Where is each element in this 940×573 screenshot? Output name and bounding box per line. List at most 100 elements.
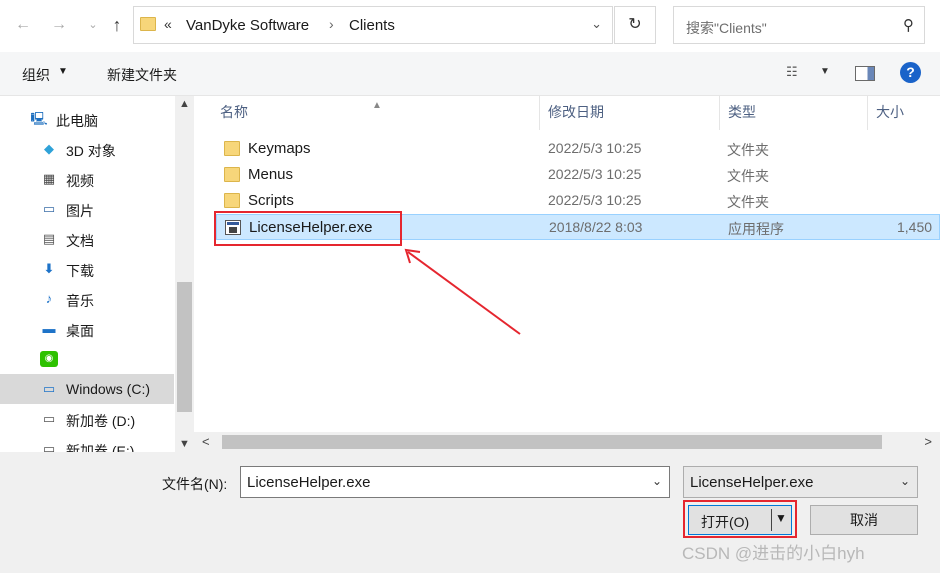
music-icon: ♪: [45, 291, 53, 306]
address-dropdown-icon[interactable]: ⌄: [591, 16, 602, 32]
organize-caret-icon[interactable]: ▼: [58, 66, 68, 77]
cancel-button[interactable]: 取消: [810, 505, 918, 535]
file-row-scripts[interactable]: Scripts 2022/5/3 10:25 文件夹: [216, 188, 940, 214]
filename-dropdown-icon[interactable]: ⌄: [652, 474, 662, 488]
sidebar-scrollbar[interactable]: ▲ ▼: [175, 96, 194, 452]
sidebar-item-documents[interactable]: ▤ 文档: [0, 224, 174, 254]
sidebar-item-3d-objects[interactable]: ◆ 3D 对象: [0, 134, 174, 164]
file-type: 应用程序: [728, 221, 784, 237]
file-row-licensehelper[interactable]: LicenseHelper.exe 2018/8/22 8:03 应用程序 1,…: [216, 214, 940, 240]
column-header-label: 大小: [876, 104, 904, 120]
split-divider: [771, 509, 772, 531]
file-name: Menus: [248, 166, 294, 183]
filename-value: LicenseHelper.exe: [247, 474, 371, 491]
sidebar-item-label: 3D 对象: [66, 143, 116, 159]
horizontal-scroll-thumb[interactable]: [222, 435, 882, 449]
open-options-caret-icon[interactable]: ▼: [775, 511, 787, 525]
file-name: LicenseHelper.exe: [249, 219, 373, 236]
file-date: 2022/5/3 10:25: [548, 166, 642, 182]
search-input[interactable]: 搜索"Clients" ⚲: [673, 6, 925, 44]
column-header-label: 名称: [220, 104, 248, 120]
scroll-down-icon[interactable]: ▼: [179, 438, 190, 450]
search-placeholder: 搜索"Clients": [686, 20, 767, 36]
new-folder-button[interactable]: 新建文件夹: [107, 65, 177, 85]
navigation-pane: 🖳 此电脑 ◆ 3D 对象 ▦ 视频 ▭ 图片 ▤ 文档 ⬇ 下载 ♪ 音乐 ▬…: [0, 96, 194, 452]
open-button-label: 打开(O): [701, 514, 750, 530]
sidebar-item-label: 图片: [66, 203, 94, 219]
desktop-icon: ▬: [42, 321, 56, 336]
view-options-icon[interactable]: ☷: [786, 64, 808, 82]
sidebar-item-label: 新加卷 (D:): [66, 413, 136, 429]
horizontal-scrollbar[interactable]: < >: [194, 432, 940, 452]
filename-label: 文件名(N):: [162, 476, 228, 492]
folder-icon: [140, 17, 156, 31]
sidebar-item-wechat[interactable]: ◉: [0, 344, 174, 374]
scroll-up-icon[interactable]: ▲: [179, 98, 190, 110]
preview-pane-icon[interactable]: [855, 66, 875, 81]
organize-button[interactable]: 组织: [22, 65, 50, 85]
scroll-right-icon[interactable]: >: [924, 434, 932, 449]
back-arrow-icon[interactable]: ←: [12, 14, 34, 36]
sidebar-item-drive-d[interactable]: ▭ 新加卷 (D:): [0, 404, 174, 434]
sidebar-item-videos[interactable]: ▦ 视频: [0, 164, 174, 194]
column-header-date[interactable]: 修改日期: [540, 96, 720, 130]
file-size: 1,450: [897, 219, 933, 235]
column-header-label: 类型: [728, 104, 756, 120]
drive-icon: ▭: [42, 441, 56, 452]
sidebar-item-drive-e[interactable]: ▭ 新加卷 (E:): [0, 434, 174, 452]
view-caret-icon[interactable]: ▼: [820, 66, 830, 77]
up-arrow-icon[interactable]: ↑: [106, 14, 128, 36]
sidebar-item-label: Windows (C:): [66, 381, 151, 397]
folder-icon: [224, 141, 240, 156]
picture-icon: ▭: [42, 201, 56, 216]
folder-icon: [224, 193, 240, 208]
sidebar-item-label: 视频: [66, 173, 94, 189]
file-date: 2018/8/22 8:03: [549, 219, 643, 235]
filetype-select[interactable]: LicenseHelper.exe ⌄: [683, 466, 918, 498]
sidebar-item-downloads[interactable]: ⬇ 下载: [0, 254, 174, 284]
document-icon: ▤: [42, 231, 56, 246]
scroll-left-icon[interactable]: <: [202, 434, 210, 449]
film-icon: ▦: [42, 171, 56, 186]
filetype-value: LicenseHelper.exe: [690, 474, 814, 491]
cube-icon: ◆: [44, 141, 54, 156]
application-icon: [225, 220, 241, 235]
refresh-button[interactable]: ↻: [614, 6, 656, 44]
column-header-size[interactable]: 大小: [868, 96, 940, 130]
sidebar-item-music[interactable]: ♪ 音乐: [0, 284, 174, 314]
help-icon[interactable]: ?: [900, 62, 921, 83]
file-type: 文件夹: [727, 194, 769, 210]
sidebar-item-desktop[interactable]: ▬ 桌面: [0, 314, 174, 344]
sort-ascending-icon: ▲: [372, 100, 382, 111]
search-icon: ⚲: [903, 17, 914, 34]
file-type: 文件夹: [727, 168, 769, 184]
column-header-type[interactable]: 类型: [720, 96, 868, 130]
sidebar-item-pictures[interactable]: ▭ 图片: [0, 194, 174, 224]
address-bar[interactable]: « VanDyke Software › Clients ⌄: [133, 6, 613, 44]
sidebar-item-this-pc[interactable]: 🖳 此电脑: [0, 104, 174, 134]
filename-input[interactable]: LicenseHelper.exe ⌄: [240, 466, 670, 498]
filetype-dropdown-icon[interactable]: ⌄: [900, 474, 910, 488]
file-type: 文件夹: [727, 142, 769, 158]
sidebar-item-label: 桌面: [66, 323, 94, 339]
open-button[interactable]: 打开(O) ▼: [688, 505, 792, 535]
sidebar-item-label: 音乐: [66, 293, 94, 309]
watermark: CSDN @进击的小白hyh: [682, 544, 865, 563]
sidebar-scroll-thumb[interactable]: [177, 282, 192, 412]
breadcrumb-overflow-icon[interactable]: «: [164, 16, 172, 32]
column-header-name[interactable]: ▲ 名称: [194, 96, 540, 130]
breadcrumb-clients[interactable]: Clients: [349, 17, 395, 34]
breadcrumb-separator-icon[interactable]: ›: [329, 16, 334, 32]
sidebar-item-label: 文档: [66, 233, 94, 249]
file-row-keymaps[interactable]: Keymaps 2022/5/3 10:25 文件夹: [216, 136, 940, 162]
file-row-menus[interactable]: Menus 2022/5/3 10:25 文件夹: [216, 162, 940, 188]
file-date: 2022/5/3 10:25: [548, 140, 642, 156]
column-header-label: 修改日期: [548, 104, 604, 120]
breadcrumb-vandyke[interactable]: VanDyke Software: [186, 17, 309, 34]
computer-icon: 🖳: [30, 111, 48, 126]
sidebar-item-drive-c[interactable]: ▭ Windows (C:): [0, 374, 174, 404]
recent-locations-chevron-icon[interactable]: ⌄: [82, 14, 104, 36]
forward-arrow-icon[interactable]: →: [48, 14, 70, 36]
file-list: ▲ 名称 修改日期 类型 大小 Keymaps 2022/5/3 10:25 文…: [194, 96, 940, 432]
drive-c-icon: ▭: [42, 381, 56, 396]
